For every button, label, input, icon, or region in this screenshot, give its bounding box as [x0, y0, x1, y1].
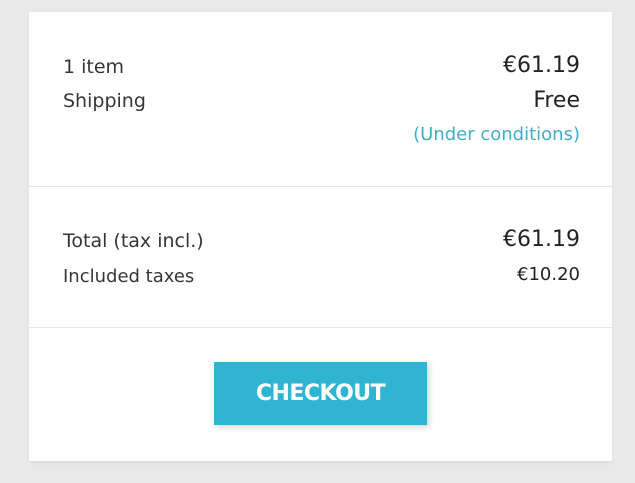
checkout-actions: CHECKOUT: [29, 328, 612, 461]
shipping-conditions-link[interactable]: (Under conditions): [413, 124, 580, 145]
shipping-value: Free: [533, 88, 580, 113]
checkout-button[interactable]: CHECKOUT: [214, 362, 427, 425]
cart-subtotals: 1 item €61.19 Shipping Free (Under condi…: [29, 12, 612, 187]
cart-totals: Total (tax incl.) €61.19 Included taxes …: [29, 187, 612, 328]
items-subtotal-value: €61.19: [503, 53, 580, 78]
included-taxes-label: Included taxes: [63, 266, 195, 287]
total-value: €61.19: [503, 227, 580, 252]
cart-summary-card: 1 item €61.19 Shipping Free (Under condi…: [29, 12, 612, 461]
shipping-label: Shipping: [63, 90, 146, 112]
total-label: Total (tax incl.): [63, 230, 204, 252]
items-count-label: 1 item: [63, 56, 125, 78]
included-taxes-value: €10.20: [517, 264, 580, 285]
